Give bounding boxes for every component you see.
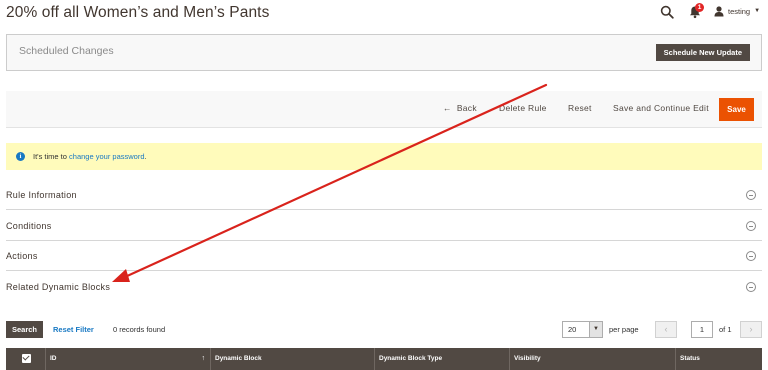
info-icon: i bbox=[16, 152, 25, 161]
column-label: ID bbox=[50, 355, 57, 362]
column-header-id[interactable]: ID ↑ bbox=[46, 348, 211, 370]
back-label: Back bbox=[456, 103, 477, 113]
search-icon[interactable] bbox=[660, 5, 674, 19]
select-all-header[interactable] bbox=[6, 348, 46, 370]
page-total: of 1 bbox=[719, 325, 732, 334]
user-name: testing bbox=[728, 6, 751, 16]
back-button[interactable]: ← Back bbox=[443, 103, 477, 113]
change-password-link[interactable]: change your password bbox=[69, 152, 144, 161]
page-actions-bar: ← Back Delete Rule Reset Save and Contin… bbox=[6, 91, 762, 128]
per-page-value: 20 bbox=[568, 325, 577, 334]
user-icon bbox=[714, 5, 724, 16]
schedule-new-update-button[interactable]: Schedule New Update bbox=[655, 44, 750, 61]
column-header-dynamic-block-type[interactable]: Dynamic Block Type bbox=[375, 348, 510, 370]
column-header-visibility[interactable]: Visibility bbox=[510, 348, 676, 370]
collapse-icon[interactable] bbox=[746, 251, 756, 261]
per-page-label: per page bbox=[609, 325, 639, 334]
chevron-down-icon: ▼ bbox=[589, 322, 602, 337]
scheduled-changes-title: Scheduled Changes bbox=[19, 45, 114, 57]
chevron-down-icon: ▼ bbox=[754, 8, 761, 14]
delete-rule-button[interactable]: Delete Rule bbox=[499, 103, 547, 113]
per-page-select[interactable]: 20 ▼ bbox=[562, 321, 603, 338]
scheduled-changes-panel: Scheduled Changes Schedule New Update bbox=[6, 34, 762, 71]
collapse-icon[interactable] bbox=[746, 282, 756, 292]
section-title: Related Dynamic Blocks bbox=[6, 282, 111, 292]
records-found: 0 records found bbox=[113, 325, 166, 334]
message-text: It's time to change your password. bbox=[33, 152, 147, 161]
column-header-dynamic-block[interactable]: Dynamic Block bbox=[211, 348, 375, 370]
system-message: i It's time to change your password. bbox=[6, 143, 762, 170]
section-actions[interactable]: Actions bbox=[6, 241, 762, 271]
user-account-menu[interactable]: testing ▼ bbox=[714, 4, 760, 18]
sort-arrow-icon: ↑ bbox=[201, 355, 206, 362]
collapse-icon[interactable] bbox=[746, 221, 756, 231]
grid-header: ID ↑ Dynamic Block Dynamic Block Type Vi… bbox=[6, 348, 762, 370]
save-and-continue-button[interactable]: Save and Continue Edit bbox=[613, 103, 709, 113]
previous-page-button[interactable]: ‹ bbox=[655, 321, 677, 338]
notification-count-badge: 1 bbox=[695, 3, 704, 12]
search-button[interactable]: Search bbox=[6, 321, 43, 338]
message-prefix: It's time to bbox=[33, 152, 70, 161]
section-title: Conditions bbox=[6, 221, 52, 231]
next-page-button[interactable]: › bbox=[740, 321, 762, 338]
section-conditions[interactable]: Conditions bbox=[6, 211, 762, 241]
arrow-left-icon: ← bbox=[443, 103, 452, 113]
page-title: 20% off all Women’s and Men’s Pants bbox=[6, 4, 270, 21]
section-title: Actions bbox=[6, 251, 38, 261]
section-rule-information[interactable]: Rule Information bbox=[6, 180, 762, 210]
message-suffix: . bbox=[144, 152, 147, 161]
save-button[interactable]: Save bbox=[719, 98, 754, 121]
section-related-dynamic-blocks[interactable]: Related Dynamic Blocks bbox=[6, 272, 762, 303]
column-header-status[interactable]: Status bbox=[676, 348, 762, 370]
section-title: Rule Information bbox=[6, 190, 77, 200]
reset-filter-link[interactable]: Reset Filter bbox=[53, 325, 94, 334]
reset-button[interactable]: Reset bbox=[568, 103, 592, 113]
collapse-icon[interactable] bbox=[746, 190, 756, 200]
page-number-input[interactable]: 1 bbox=[691, 321, 713, 338]
select-all-checkbox[interactable] bbox=[22, 354, 31, 363]
